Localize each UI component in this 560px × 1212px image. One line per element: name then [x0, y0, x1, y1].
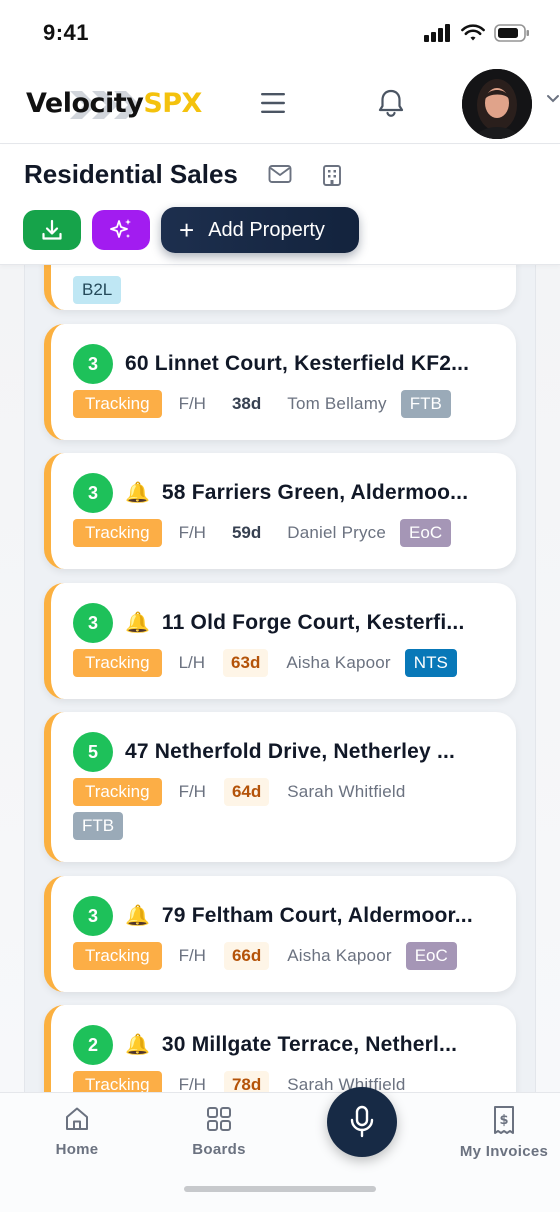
notifications-button[interactable]: [375, 86, 407, 120]
page-title: Residential Sales: [24, 159, 238, 189]
add-property-label: Add Property: [208, 218, 325, 241]
property-card[interactable]: 2 🔔 30 Millgate Terrace, Netherl... Trac…: [44, 1005, 516, 1092]
home-icon: [66, 1107, 88, 1130]
bottom-nav: Home Boards $ My Invoices: [0, 1087, 560, 1212]
signal-icon: [424, 24, 450, 42]
logo-text-spx: SPX: [143, 88, 202, 119]
microphone-icon: [350, 1105, 374, 1138]
tenure-label: F/H: [178, 394, 206, 413]
buyer-type-tag: FTB: [400, 390, 451, 418]
days-label: 59d: [231, 523, 262, 542]
count-badge: 3: [73, 896, 113, 936]
add-property-button[interactable]: + Add Property: [161, 207, 359, 253]
building-button[interactable]: [320, 163, 344, 192]
velocity-spx-logo[interactable]: Velocity SPX: [26, 86, 202, 122]
status-tag: Tracking: [73, 942, 162, 970]
download-icon: [42, 219, 62, 240]
buyer-type-tag: EoC: [400, 519, 452, 547]
count-badge: 3: [73, 473, 113, 513]
nav-my-invoices[interactable]: $ My Invoices: [444, 1105, 560, 1160]
days-label: 38d: [231, 394, 262, 413]
battery-icon: [494, 24, 529, 42]
property-card[interactable]: 3 60 Linnet Court, Kesterfield KF2... Tr…: [44, 324, 516, 440]
download-button[interactable]: [23, 210, 81, 250]
property-address: 79 Feltham Court, Aldermoor...: [161, 904, 473, 927]
bell-alert-icon: 🔔: [125, 1034, 150, 1056]
agent-name: Aisha Kapoor: [286, 653, 391, 672]
chevron-down-icon[interactable]: [546, 94, 560, 104]
wifi-icon: [461, 24, 485, 41]
svg-text:$: $: [499, 1113, 508, 1128]
status-tag: Tracking: [73, 1071, 162, 1092]
mail-icon: [268, 165, 292, 183]
board-content[interactable]: B2L 3 60 Linnet Court, Kesterfield KF2..…: [0, 265, 560, 1092]
plus-icon: +: [179, 215, 195, 245]
status-tag: Tracking: [73, 390, 162, 418]
bell-alert-icon: 🔔: [125, 905, 150, 927]
home-indicator: [184, 1186, 376, 1192]
status-tag: Tracking: [73, 778, 162, 806]
property-address: 30 Millgate Terrace, Netherl...: [161, 1033, 458, 1056]
nav-boards[interactable]: Boards: [159, 1105, 279, 1158]
tenure-label: F/H: [178, 1075, 206, 1092]
days-label: 64d: [223, 778, 270, 806]
count-badge: 3: [73, 603, 113, 643]
nav-boards-label: Boards: [192, 1141, 246, 1158]
agent-name: Sarah Whitfield: [287, 782, 406, 801]
nav-home-label: Home: [55, 1141, 99, 1158]
nav-invoices-label: My Invoices: [459, 1143, 549, 1160]
buyer-type-tag: EoC: [405, 942, 457, 970]
app-header: Velocity SPX: [0, 64, 560, 144]
count-badge: 5: [73, 732, 113, 772]
tenure-label: F/H: [178, 946, 206, 965]
status-tag: Tracking: [73, 649, 162, 677]
property-address: 60 Linnet Court, Kesterfield KF2...: [125, 352, 470, 375]
property-card[interactable]: 3 🔔 58 Farriers Green, Aldermoo... Track…: [44, 453, 516, 569]
nav-home[interactable]: Home: [17, 1105, 137, 1158]
tenure-label: F/H: [178, 782, 206, 801]
bell-alert-icon: 🔔: [125, 612, 150, 634]
buyer-type-tag: FTB: [73, 812, 124, 840]
ai-magic-button[interactable]: [92, 210, 150, 250]
user-avatar[interactable]: [462, 69, 532, 139]
agent-name: Aisha Kapoor: [287, 946, 392, 965]
bell-alert-icon: 🔔: [125, 482, 150, 504]
property-card[interactable]: B2L: [44, 265, 516, 310]
count-badge: 3: [73, 344, 113, 384]
hamburger-icon: [261, 93, 285, 113]
agent-name: Tom Bellamy: [287, 394, 387, 413]
logo-text-velocity: Velocity: [26, 88, 144, 119]
hamburger-menu-button[interactable]: [258, 88, 288, 118]
property-card[interactable]: 5 47 Netherfold Drive, Netherley ... Tra…: [44, 712, 516, 862]
buyer-type-tag: NTS: [404, 649, 457, 677]
days-label: 63d: [223, 649, 269, 677]
property-card[interactable]: 3 🔔 79 Feltham Court, Aldermoor... Track…: [44, 876, 516, 992]
building-icon: [323, 165, 341, 186]
sparkles-icon: [110, 219, 131, 238]
status-tag: Tracking: [73, 519, 162, 547]
bell-icon: [378, 89, 404, 117]
property-card[interactable]: 3 🔔 11 Old Forge Court, Kesterfi... Trac…: [44, 583, 516, 699]
page-title-bar: Residential Sales + Add Property: [0, 145, 560, 265]
agent-name: Daniel Pryce: [287, 523, 387, 542]
days-label: 66d: [223, 942, 270, 970]
receipt-icon: $: [494, 1106, 514, 1134]
email-button[interactable]: [268, 164, 292, 189]
status-bar: 9:41: [0, 0, 560, 64]
grid-icon: [207, 1107, 231, 1131]
status-icons: [424, 24, 530, 42]
property-address: 47 Netherfold Drive, Netherley ...: [125, 740, 456, 763]
avatar-portrait-icon: [462, 69, 532, 139]
count-badge: 2: [73, 1025, 113, 1065]
status-time: 9:41: [43, 20, 90, 45]
property-address: 58 Farriers Green, Aldermoo...: [161, 481, 469, 504]
tenure-label: L/H: [178, 653, 206, 672]
property-address: 11 Old Forge Court, Kesterfi...: [161, 611, 465, 634]
tenure-label: F/H: [178, 523, 206, 542]
voice-input-button[interactable]: [327, 1087, 397, 1157]
days-label: 78d: [223, 1071, 270, 1092]
buyer-type-tag: B2L: [73, 276, 122, 304]
